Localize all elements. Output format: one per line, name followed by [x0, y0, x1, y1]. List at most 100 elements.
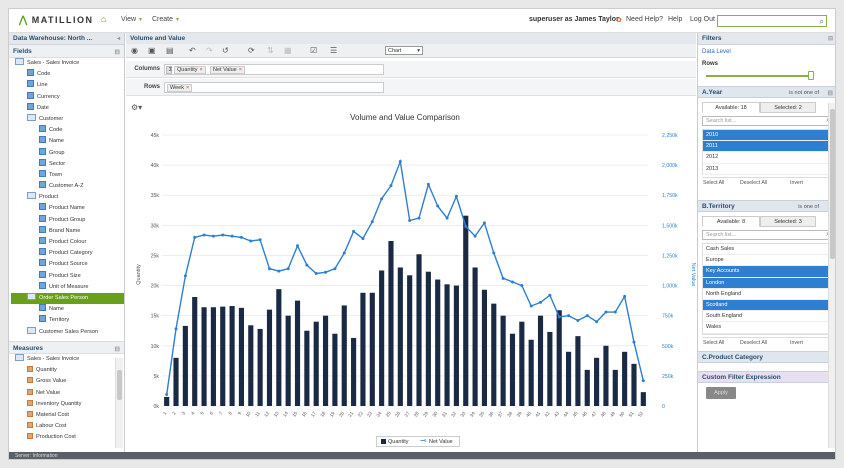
- measure-net-value[interactable]: Net Value: [11, 388, 124, 399]
- field-name[interactable]: Name: [11, 136, 124, 147]
- column-pill-quantity[interactable]: Quantity ×: [174, 66, 206, 74]
- field-sales-sales-invoice[interactable]: Sales - Sales Invoice: [11, 58, 124, 69]
- measure-gross-value[interactable]: Gross Value: [11, 376, 124, 387]
- field-currency[interactable]: Currency: [11, 91, 124, 103]
- home-icon[interactable]: ⌂: [101, 14, 106, 24]
- slider-handle[interactable]: [808, 71, 814, 80]
- measure-material-cost[interactable]: Material Cost: [11, 410, 124, 421]
- year-select-all[interactable]: Select All: [703, 180, 724, 186]
- list-item-south-england[interactable]: South England: [703, 311, 832, 323]
- chart-type-select[interactable]: Chart ▾: [385, 46, 423, 55]
- field-product-category[interactable]: Product Category: [11, 248, 124, 259]
- list-item-cash-sales[interactable]: Cash Sales: [703, 244, 832, 256]
- list-item-north-england[interactable]: North England: [703, 289, 832, 300]
- reset-icon[interactable]: ↺: [222, 46, 229, 55]
- territory-deselect-all[interactable]: Deselect All: [740, 340, 767, 346]
- refresh-icon[interactable]: ⟳: [248, 46, 255, 55]
- measure-sales-sales-invoice[interactable]: Sales - Sales Invoice: [11, 354, 124, 365]
- row-pill-week[interactable]: Week ×: [167, 84, 193, 92]
- column-pill-net-value[interactable]: Net Value ×: [210, 66, 245, 74]
- logo[interactable]: ⋀ MATILLION: [19, 15, 94, 26]
- export-icon[interactable]: ☑: [310, 46, 317, 55]
- redo-icon[interactable]: ↷: [206, 46, 213, 55]
- year-search-input[interactable]: Search list...⌕: [702, 116, 833, 126]
- list-item-key-accounts[interactable]: Key Accounts: [703, 266, 832, 278]
- apply-button[interactable]: Apply: [706, 387, 736, 399]
- custom-filter-header[interactable]: Custom Filter Expression: [698, 371, 835, 383]
- view-menu[interactable]: View ▾: [121, 16, 142, 23]
- pin-icon[interactable]: ⊟: [115, 48, 120, 56]
- field-date[interactable]: Date: [11, 102, 124, 114]
- list-item-europe[interactable]: Europe: [703, 255, 832, 267]
- pin-icon[interactable]: ⊟: [828, 35, 833, 42]
- legend-net-value[interactable]: Net Value: [429, 439, 453, 445]
- field-group[interactable]: Group: [11, 147, 124, 159]
- undo-icon[interactable]: ↶: [189, 46, 196, 55]
- eye-icon[interactable]: ◉: [131, 46, 138, 55]
- field-brand-name[interactable]: Brand Name: [11, 225, 124, 237]
- pin-icon[interactable]: ⊟: [115, 345, 120, 353]
- list-item-2011[interactable]: 2011: [703, 141, 832, 153]
- field-product-name[interactable]: Product Name: [11, 203, 124, 214]
- field-town[interactable]: Town: [11, 169, 124, 181]
- field-sector[interactable]: Sector: [11, 158, 124, 170]
- tab-year-available[interactable]: Available: 18: [702, 102, 760, 113]
- need-help-link[interactable]: Need Help?: [626, 16, 663, 23]
- field-product-source[interactable]: Product Source: [11, 259, 124, 270]
- year-invert[interactable]: Invert: [790, 180, 803, 186]
- rows-dropzone[interactable]: Week ×: [164, 82, 384, 93]
- field-product-size[interactable]: Product Size: [11, 270, 124, 282]
- list-item-2012[interactable]: 2012: [703, 152, 832, 164]
- territory-select-all[interactable]: Select All: [703, 340, 724, 346]
- list-item-2010[interactable]: 2010: [703, 130, 832, 142]
- help-link[interactable]: Help: [668, 16, 682, 23]
- field-customer-a-z[interactable]: Customer A-Z: [11, 181, 124, 192]
- field-code[interactable]: Code: [11, 69, 124, 80]
- data-level-slider[interactable]: [698, 70, 835, 86]
- list-item-2013[interactable]: 2013: [703, 164, 832, 175]
- tab-year-selected[interactable]: Selected: 2: [760, 102, 816, 113]
- territory-search-input[interactable]: Search list...⌕: [702, 230, 833, 240]
- field-product-colour[interactable]: Product Colour: [11, 237, 124, 248]
- logout-link[interactable]: Log Out: [690, 16, 715, 23]
- search-input[interactable]: ⌕: [717, 15, 827, 27]
- swap-axes-icon[interactable]: ⇅: [267, 46, 274, 55]
- year-filter-header[interactable]: A.Year is not one of ⊟: [698, 86, 835, 98]
- field-product[interactable]: Product: [11, 192, 124, 203]
- search-icon[interactable]: ⌕: [820, 17, 824, 27]
- list-item-london[interactable]: London: [703, 277, 832, 289]
- filters-scrollbar[interactable]: [828, 103, 835, 448]
- field-customer-sales-person[interactable]: Customer Sales Person: [11, 326, 124, 338]
- field-name[interactable]: Name: [11, 304, 124, 315]
- field-order-sales-person[interactable]: Order Sales Person: [11, 292, 124, 305]
- field-customer[interactable]: Customer: [11, 113, 124, 125]
- measure-quantity[interactable]: Quantity: [11, 365, 124, 376]
- territory-invert[interactable]: Invert: [790, 340, 803, 346]
- territory-operator[interactable]: is one of: [798, 204, 819, 210]
- columns-dropzone[interactable]: Σ Quantity × Net Value ×: [164, 64, 384, 75]
- measure-production-cost[interactable]: Production Cost: [11, 432, 124, 443]
- create-menu[interactable]: Create ▾: [152, 16, 179, 23]
- field-code[interactable]: Code: [11, 125, 124, 136]
- list-item-wales[interactable]: Wales: [703, 322, 832, 334]
- save-as-icon[interactable]: ▤: [166, 46, 174, 55]
- save-icon[interactable]: ▣: [148, 46, 156, 55]
- measure-inventory-quantity[interactable]: Inventory Quantity: [11, 399, 124, 410]
- tab-territory-available[interactable]: Available: 8: [702, 216, 760, 227]
- field-product-group[interactable]: Product Group: [11, 214, 124, 226]
- field-line[interactable]: Line: [11, 80, 124, 91]
- filter-menu-icon[interactable]: ⊟: [828, 89, 833, 97]
- list-item-scotland[interactable]: Scotland: [703, 299, 832, 312]
- tab-territory-selected[interactable]: Selected: 3: [760, 216, 816, 227]
- measure-labour-cost[interactable]: Labour Cost: [11, 421, 124, 432]
- table-icon[interactable]: ▦: [284, 46, 292, 55]
- settings-list-icon[interactable]: ☰: [330, 46, 337, 55]
- field-unit-of-measure[interactable]: Unit of Measure: [11, 281, 124, 293]
- collapse-icon[interactable]: ◂: [117, 35, 120, 42]
- field-territory[interactable]: Territory: [11, 315, 124, 326]
- year-deselect-all[interactable]: Deselect All: [740, 180, 767, 186]
- year-operator[interactable]: is not one of: [789, 90, 819, 96]
- product-category-filter-header[interactable]: C.Product Category⊟: [698, 351, 835, 363]
- territory-filter-header[interactable]: B.Territoryis one of⊟: [698, 200, 835, 212]
- measures-scrollbar[interactable]: [115, 358, 123, 448]
